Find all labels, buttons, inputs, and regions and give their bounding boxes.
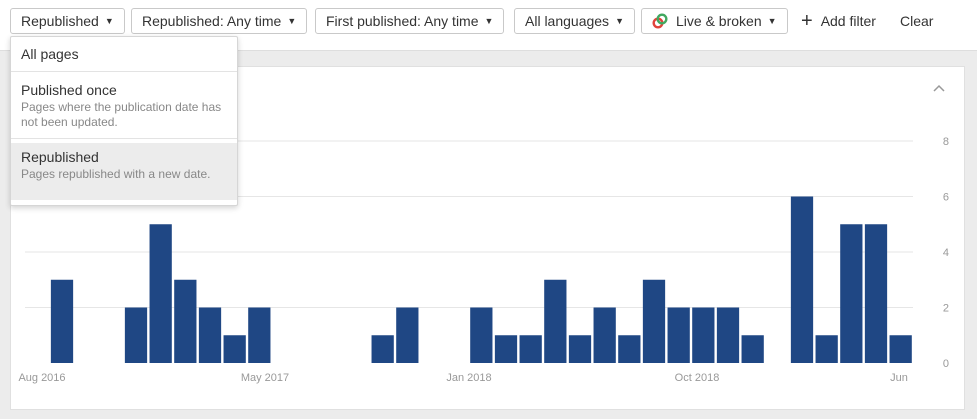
republished-time-filter-button[interactable]: Republished: Any time ▼ — [131, 8, 308, 34]
option-description: Pages republished with a new date. — [21, 167, 211, 181]
caret-down-icon: ▼ — [615, 16, 624, 26]
caret-down-icon: ▼ — [287, 16, 297, 26]
bar[interactable] — [124, 307, 148, 364]
languages-filter-label: All languages — [525, 13, 610, 29]
dropdown-divider — [11, 138, 237, 139]
bar[interactable] — [568, 335, 592, 363]
bar[interactable] — [642, 279, 666, 363]
add-filter-label: Add filter — [820, 13, 876, 29]
bar[interactable] — [889, 335, 912, 363]
bar[interactable] — [840, 224, 863, 363]
bar[interactable] — [371, 335, 394, 363]
caret-down-icon: ▼ — [104, 16, 114, 26]
caret-down-icon: ▼ — [484, 16, 494, 26]
y-tick-label: 8 — [943, 136, 949, 148]
bar[interactable] — [519, 335, 542, 363]
y-tick-label: 2 — [943, 303, 949, 315]
bar[interactable] — [593, 307, 616, 364]
plus-icon: + — [801, 10, 813, 32]
bar[interactable] — [50, 279, 74, 363]
bar[interactable] — [494, 335, 518, 363]
status-filter-button[interactable]: Live & broken ▼ — [641, 8, 788, 34]
status-filter-label: Live & broken — [676, 13, 762, 29]
bar[interactable] — [741, 335, 764, 363]
bar[interactable] — [174, 279, 197, 363]
dropdown-option-republished[interactable]: Republished Pages republished with a new… — [11, 143, 237, 200]
first-published-filter-label: First published: Any time — [326, 13, 479, 29]
bar[interactable] — [198, 307, 222, 364]
republished-time-filter-label: Republished: Any time — [142, 13, 282, 29]
clear-label: Clear — [900, 13, 934, 29]
dropdown-option-all-pages[interactable]: All pages — [11, 37, 237, 71]
caret-down-icon: ▼ — [767, 16, 777, 26]
republished-dropdown-menu: All pages Published once Pages where the… — [10, 36, 238, 206]
live-broken-icon — [652, 13, 668, 29]
bar[interactable] — [470, 307, 493, 364]
republished-filter-button[interactable]: Republished ▼ — [10, 8, 125, 34]
y-tick-label: 6 — [943, 192, 949, 204]
option-description: Pages where the publication date has not… — [21, 100, 222, 129]
bar[interactable] — [864, 224, 888, 363]
bar[interactable] — [667, 307, 690, 364]
x-tick-label: Oct 2018 — [675, 372, 720, 384]
x-tick-label: Jan 2018 — [446, 372, 491, 384]
option-title: Published once — [21, 82, 117, 98]
bar[interactable] — [716, 307, 740, 364]
bar[interactable] — [815, 335, 838, 363]
bar[interactable] — [248, 307, 271, 364]
bar[interactable] — [149, 224, 172, 363]
languages-filter-button[interactable]: All languages ▼ — [514, 8, 635, 34]
bar[interactable] — [544, 279, 567, 363]
bar[interactable] — [618, 335, 641, 363]
bar[interactable] — [396, 307, 419, 364]
first-published-filter-button[interactable]: First published: Any time ▼ — [315, 8, 505, 34]
add-filter-button[interactable]: + Add filter — [801, 8, 876, 34]
y-tick-label: 4 — [943, 247, 949, 259]
option-title: All pages — [21, 46, 79, 62]
bar[interactable] — [223, 335, 246, 363]
dropdown-option-published-once[interactable]: Published once Pages where the publicati… — [11, 72, 237, 138]
bar[interactable] — [790, 196, 814, 364]
option-title: Republished — [21, 149, 99, 165]
x-tick-label: Jun — [890, 372, 908, 384]
bar[interactable] — [692, 307, 715, 364]
x-tick-label: Aug 2016 — [18, 372, 65, 384]
y-tick-label: 0 — [943, 358, 949, 370]
clear-button[interactable]: Clear — [900, 8, 933, 34]
republished-filter-label: Republished — [21, 13, 99, 29]
x-tick-label: May 2017 — [241, 372, 289, 384]
